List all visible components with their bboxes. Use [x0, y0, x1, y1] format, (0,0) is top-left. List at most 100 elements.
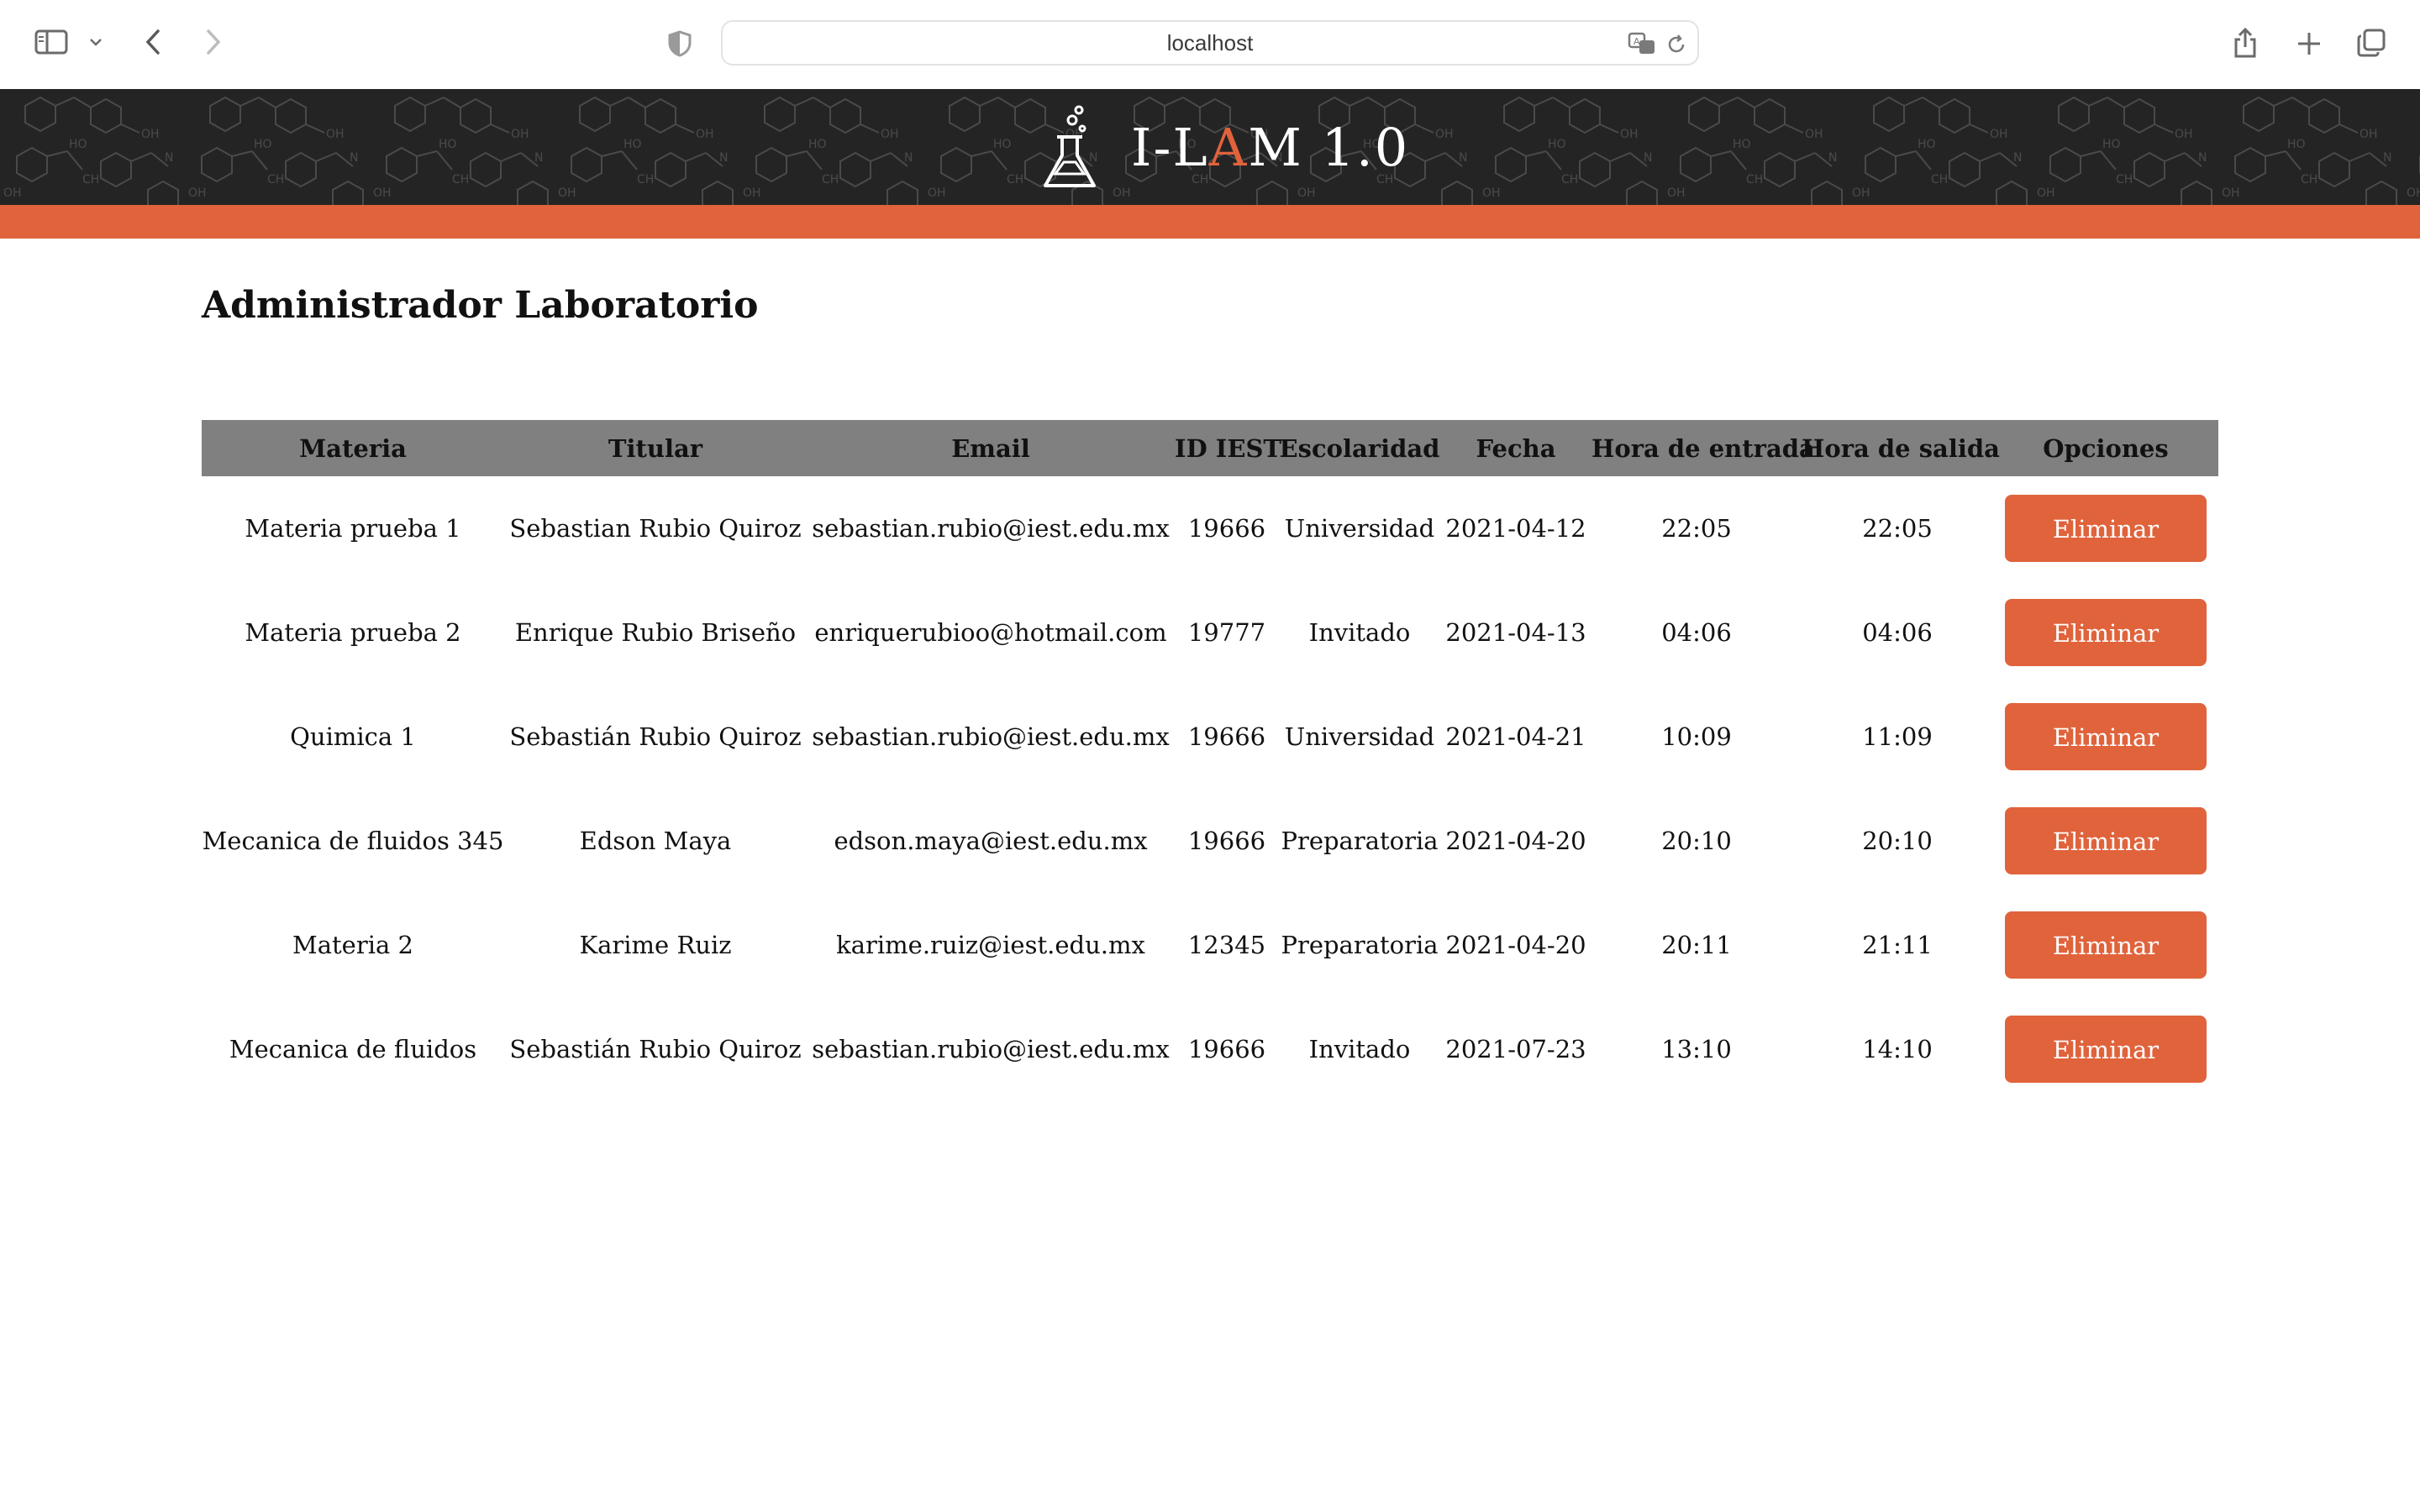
cell-titular: Sebastian Rubio Quiroz — [509, 514, 802, 543]
cell-email: sebastian.rubio@iest.edu.mx — [812, 722, 1170, 751]
cell-opciones: Eliminar — [1993, 685, 2218, 789]
cell-id-iest: 12345 — [1187, 931, 1266, 959]
cell-id-iest: 19666 — [1187, 722, 1266, 751]
cell-hora-salida: 11:09 — [1862, 722, 1933, 751]
cell-hora-salida: 14:10 — [1862, 1035, 1933, 1063]
cell-id-iest: 19666 — [1187, 827, 1266, 855]
translate-icon[interactable]: A — [1627, 30, 1659, 57]
table-row: Quimica 1 Sebastián Rubio Quiroz sebastian… — [202, 685, 2218, 789]
svg-text:A: A — [1634, 36, 1640, 47]
column-header-fecha: Fecha — [1440, 420, 1591, 476]
cell-hora-entrada: 10:09 — [1661, 722, 1732, 751]
cell-hora-entrada: 20:10 — [1661, 827, 1732, 855]
cell-fecha: 2021-04-21 — [1445, 722, 1586, 751]
cell-fecha: 2021-04-20 — [1445, 827, 1586, 855]
cell-hora-salida: 22:05 — [1862, 514, 1933, 543]
cell-materia: Materia prueba 1 — [245, 514, 461, 543]
cell-id-iest: 19777 — [1187, 618, 1266, 647]
cell-materia: Materia 2 — [292, 931, 413, 959]
brand[interactable]: I-LAM 1.0 — [1042, 89, 1409, 205]
column-header-hora-salida: Hora de salida — [1802, 420, 2000, 476]
cell-escolaridad: Invitado — [1308, 618, 1411, 647]
browser-toolbar: localhost A — [0, 0, 2420, 89]
table-header-row: Materia Titular Email ID IEST Escolaridad Fec… — [202, 420, 2218, 476]
delete-button[interactable]: Eliminar — [2005, 807, 2207, 874]
cell-email: sebastian.rubio@iest.edu.mx — [812, 514, 1170, 543]
reload-icon[interactable] — [1664, 32, 1689, 57]
cell-titular: Karime Ruiz — [579, 931, 732, 959]
site-header: OH HO N OH CH I-LAM 1.0 — [0, 89, 2420, 205]
cell-escolaridad: Preparatoria — [1281, 827, 1439, 855]
cell-escolaridad: Universidad — [1284, 722, 1435, 751]
forward-icon[interactable] — [198, 25, 229, 59]
table-body: Materia prueba 1 Sebastian Rubio Quiroz se… — [202, 476, 2218, 1101]
cell-opciones: Eliminar — [1993, 997, 2218, 1101]
cell-titular: Sebastián Rubio Quiroz — [509, 1035, 802, 1063]
cell-titular: Edson Maya — [579, 827, 732, 855]
delete-button[interactable]: Eliminar — [2005, 1016, 2207, 1083]
new-tab-icon[interactable] — [2292, 27, 2326, 60]
cell-hora-entrada: 13:10 — [1661, 1035, 1732, 1063]
cell-escolaridad: Preparatoria — [1281, 931, 1439, 959]
page-title: Administrador Laboratorio — [202, 284, 759, 327]
table-row: Mecanica de fluidos 345 Edson Maya edson.m… — [202, 789, 2218, 893]
column-header-hora-entrada: Hora de entrada — [1591, 420, 1815, 476]
cell-email: sebastian.rubio@iest.edu.mx — [812, 1035, 1170, 1063]
cell-hora-salida: 20:10 — [1862, 827, 1933, 855]
brand-title-accent: A — [1208, 116, 1249, 178]
cell-email: edson.maya@iest.edu.mx — [834, 827, 1148, 855]
cell-fecha: 2021-04-13 — [1445, 618, 1586, 647]
cell-id-iest: 19666 — [1187, 514, 1266, 543]
cell-email: karime.ruiz@iest.edu.mx — [836, 931, 1145, 959]
sidebar-toggle-icon[interactable] — [32, 25, 71, 59]
delete-button[interactable]: Eliminar — [2005, 911, 2207, 979]
table-header: Materia Titular Email ID IEST Escolaridad Fec… — [202, 420, 2218, 476]
url-text: localhost — [1166, 29, 1254, 55]
cell-hora-salida: 04:06 — [1862, 618, 1933, 647]
delete-button[interactable]: Eliminar — [2005, 495, 2207, 562]
brand-title-suffix: M 1.0 — [1248, 116, 1410, 178]
column-header-materia: Materia — [202, 420, 504, 476]
cell-fecha: 2021-07-23 — [1445, 1035, 1586, 1063]
cell-fecha: 2021-04-12 — [1445, 514, 1586, 543]
cell-titular: Enrique Rubio Briseño — [514, 618, 797, 647]
cell-fecha: 2021-04-20 — [1445, 931, 1586, 959]
back-icon[interactable] — [138, 25, 168, 59]
cell-opciones: Eliminar — [1993, 580, 2218, 685]
tab-overview-icon[interactable] — [2354, 25, 2388, 60]
table-row: Materia 2 Karime Ruiz karime.ruiz@iest.edu… — [202, 893, 2218, 997]
share-icon[interactable] — [2230, 24, 2260, 60]
header-accent-bar — [0, 205, 2420, 239]
cell-titular: Sebastián Rubio Quiroz — [509, 722, 802, 751]
cell-hora-entrada: 22:05 — [1661, 514, 1732, 543]
cell-materia: Materia prueba 2 — [245, 618, 461, 647]
address-bar[interactable]: localhost A — [721, 20, 1699, 66]
cell-hora-salida: 21:11 — [1862, 931, 1933, 959]
cell-opciones: Eliminar — [1993, 893, 2218, 997]
column-header-titular: Titular — [504, 420, 807, 476]
table-row: Mecanica de fluidos Sebastián Rubio Quiro… — [202, 997, 2218, 1101]
table-row: Materia prueba 1 Sebastian Rubio Quiroz se… — [202, 476, 2218, 580]
column-header-id-iest: ID IEST — [1175, 420, 1281, 476]
flask-icon — [1044, 105, 1096, 187]
delete-button[interactable]: Eliminar — [2005, 703, 2207, 770]
column-header-email: Email — [807, 420, 1175, 476]
brand-title-prefix: I-L — [1131, 116, 1209, 178]
chevron-down-icon[interactable] — [86, 32, 106, 52]
cell-materia: Mecanica de fluidos — [229, 1035, 477, 1063]
cell-materia: Quimica 1 — [290, 722, 416, 751]
cell-opciones: Eliminar — [1993, 476, 2218, 580]
cell-hora-entrada: 20:11 — [1661, 931, 1732, 959]
cell-email: enriquerubioo@hotmail.com — [814, 618, 1167, 647]
cell-escolaridad: Invitado — [1308, 1035, 1411, 1063]
delete-button[interactable]: Eliminar — [2005, 599, 2207, 666]
cell-escolaridad: Universidad — [1284, 514, 1435, 543]
privacy-shield-icon[interactable] — [666, 29, 694, 59]
cell-materia: Mecanica de fluidos 345 — [202, 827, 504, 855]
cell-opciones: Eliminar — [1993, 789, 2218, 893]
cell-hora-entrada: 04:06 — [1661, 618, 1732, 647]
cell-id-iest: 19666 — [1187, 1035, 1266, 1063]
table-row: Materia prueba 2 Enrique Rubio Briseño enr… — [202, 580, 2218, 685]
lab-records-table: Materia Titular Email ID IEST Escolaridad Fec… — [202, 420, 2218, 1101]
brand-title: I-LAM 1.0 — [1131, 117, 1409, 178]
